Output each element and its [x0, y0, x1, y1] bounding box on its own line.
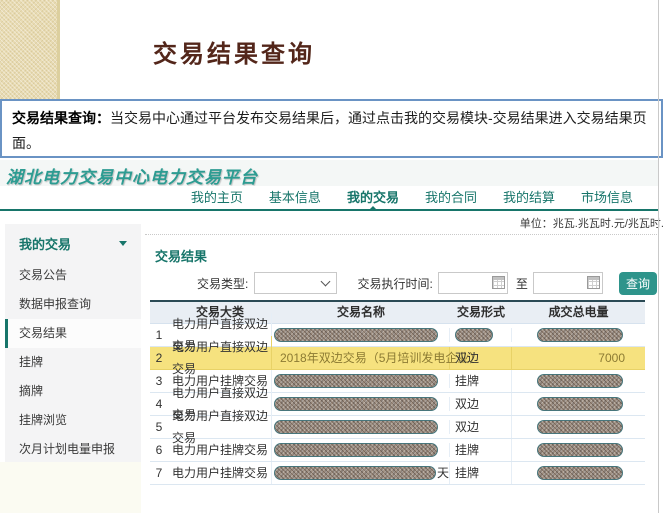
search-button[interactable]: 查询	[619, 272, 657, 295]
redacted-blob	[274, 397, 438, 411]
sidebar-header-my-trades[interactable]: 我的交易	[5, 224, 141, 261]
trade-form-cell: 挂牌	[450, 462, 512, 484]
redacted-blob	[274, 328, 438, 342]
col-header-num	[150, 302, 168, 323]
redacted-blob	[537, 397, 623, 411]
description-term: 交易结果查询：	[12, 110, 110, 126]
redacted-blob	[274, 420, 438, 434]
total-volume-text: 7000	[512, 347, 645, 369]
row-number: 4	[150, 393, 168, 415]
row-number: 1	[150, 324, 168, 346]
header-tan-sidebar	[0, 0, 60, 99]
trade-name-cell: 天	[272, 462, 450, 484]
chevron-down-icon	[119, 241, 127, 246]
nav-item-basic-info[interactable]: 基本信息	[269, 186, 321, 209]
chevron-down-icon	[321, 277, 331, 287]
total-volume-cell	[512, 374, 645, 388]
trade-form-cell: 双边	[450, 416, 512, 438]
sidebar-item-trade-announcement[interactable]: 交易公告	[5, 261, 141, 290]
page: 交易结果查询 交易结果查询：当交易中心通过平台发布交易结果后，通过点击我的交易模…	[0, 0, 667, 513]
sidebar-item-listing-browse[interactable]: 挂牌浏览	[5, 406, 141, 435]
nav-item-my-contracts[interactable]: 我的合同	[425, 186, 477, 209]
redacted-blob	[537, 374, 623, 388]
total-volume-cell	[512, 328, 645, 342]
below-sidebar-area	[0, 462, 141, 513]
trade-type-label: 交易类型:	[197, 275, 248, 292]
col-header-name: 交易名称	[272, 302, 450, 323]
sidebar-item-trade-results[interactable]: 交易结果	[5, 319, 141, 348]
redacted-blob	[537, 466, 623, 480]
to-label: 至	[516, 275, 528, 292]
redacted-blob	[274, 466, 436, 480]
trade-form-cell: 挂牌	[450, 439, 512, 461]
row-number: 3	[150, 370, 168, 392]
results-table: 交易大类 交易名称 交易形式 成交总电量 1电力用户直接双边交易2电力用户直接双…	[150, 300, 645, 485]
sidebar-item-delisting[interactable]: 摘牌	[5, 377, 141, 406]
top-nav: 我的主页 基本信息 我的交易 我的合同 我的结算 市场信息	[0, 186, 659, 211]
trade-name-cell	[272, 374, 450, 388]
sidebar-header-label: 我的交易	[19, 234, 71, 253]
col-header-volume: 成交总电量	[512, 302, 645, 323]
trade-category-cell: 电力用户挂牌交易	[168, 462, 272, 484]
row-number: 7	[150, 462, 168, 484]
dotted-divider	[145, 234, 657, 235]
table-row[interactable]: 2电力用户直接双边交易2018年双边交易（5月培训发电企业）双边7000	[150, 347, 645, 370]
section-title: 交易结果	[155, 246, 207, 265]
trade-form-cell: 双边	[450, 393, 512, 415]
sidebar-item-next-month-plan[interactable]: 次月计划电量申报	[5, 435, 141, 464]
trade-name-cell	[272, 397, 450, 411]
redacted-blob	[455, 328, 493, 342]
sidebar-item-listing[interactable]: 挂牌	[5, 348, 141, 377]
page-title: 交易结果查询	[153, 34, 315, 69]
nav-item-my-trades[interactable]: 我的交易	[347, 186, 399, 209]
table-row[interactable]: 5电力用户直接双边交易双边	[150, 416, 645, 439]
trade-name-cell	[272, 328, 450, 342]
exec-time-from-input[interactable]	[438, 272, 508, 294]
trade-form-cell: 挂牌	[450, 370, 512, 392]
trade-name-cell: 2018年双边交易（5月培训发电企业）	[272, 347, 450, 369]
total-volume-cell	[512, 466, 645, 480]
unit-note: 单位：兆瓦.兆瓦时.元/兆瓦时.	[520, 215, 664, 231]
col-header-form: 交易形式	[450, 302, 512, 323]
total-volume-cell	[512, 420, 645, 434]
sidebar: 我的交易 交易公告 数据申报查询 交易结果 挂牌 摘牌 挂牌浏览 次月计划电量申…	[5, 224, 141, 476]
nav-item-my-settlement[interactable]: 我的结算	[503, 186, 555, 209]
sidebar-item-data-declaration-query[interactable]: 数据申报查询	[5, 290, 141, 319]
calendar-icon[interactable]	[587, 276, 600, 289]
nav-item-market-info[interactable]: 市场信息	[581, 186, 633, 209]
calendar-icon[interactable]	[492, 276, 505, 289]
table-row[interactable]: 6电力用户挂牌交易 挂牌	[150, 439, 645, 462]
exec-time-label: 交易执行时间:	[357, 275, 432, 292]
redacted-blob	[537, 328, 623, 342]
description-box: 交易结果查询：当交易中心通过平台发布交易结果后，通过点击我的交易模块-交易结果进…	[0, 99, 663, 158]
platform-title: 湖北电力交易中心电力交易平台	[6, 163, 258, 188]
row-number: 2	[150, 347, 168, 369]
redacted-blob	[274, 374, 438, 388]
table-row[interactable]: 7电力用户挂牌交易 天挂牌	[150, 462, 645, 485]
filter-row: 交易类型: 交易执行时间: 至 查询	[155, 271, 657, 295]
redacted-blob	[537, 443, 623, 457]
redacted-blob	[274, 443, 438, 457]
trade-form-cell	[450, 328, 512, 342]
row-number: 6	[150, 439, 168, 461]
trade-name-cell	[272, 443, 450, 457]
redacted-blob	[537, 420, 623, 434]
page-right-border	[658, 0, 659, 513]
trade-category-cell: 电力用户挂牌交易	[168, 439, 272, 461]
nav-item-home[interactable]: 我的主页	[191, 186, 243, 209]
trade-name-cell	[272, 420, 450, 434]
results-table-body: 1电力用户直接双边交易2电力用户直接双边交易2018年双边交易（5月培训发电企业…	[150, 324, 645, 485]
trade-name-tail: 天	[437, 462, 449, 484]
total-volume-cell: 7000	[512, 347, 645, 369]
exec-time-to-input[interactable]	[533, 272, 603, 294]
trade-form-cell: 双边	[450, 347, 512, 369]
trade-type-select[interactable]	[254, 272, 337, 294]
row-number: 5	[150, 416, 168, 438]
total-volume-cell	[512, 443, 645, 457]
total-volume-cell	[512, 397, 645, 411]
